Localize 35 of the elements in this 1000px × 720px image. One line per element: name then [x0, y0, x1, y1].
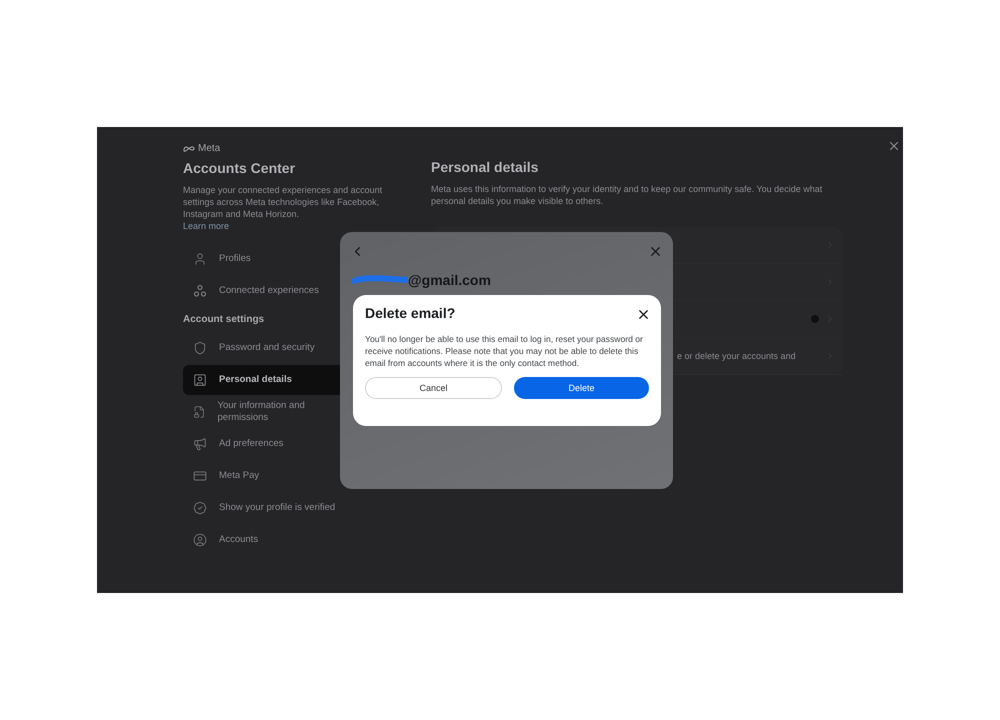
sidebar-item[interactable]: Connected experiences [183, 276, 353, 306]
email-address: @gmail.com [408, 272, 491, 288]
close-icon [636, 307, 651, 322]
user-circle-icon [193, 533, 207, 547]
delete-button[interactable]: Delete [514, 377, 649, 399]
redaction-scribble-drawing [352, 275, 408, 285]
sidebar-item[interactable]: Ad preferences [183, 429, 353, 459]
sidebar-item[interactable]: Show your profile is verified [183, 493, 353, 523]
close-icon [887, 139, 901, 153]
dialog-message: You'll no longer be able to use this email to log in, reset your password or receive notifications. Please note that you may not be able to delete this email from accounts where it is the only contact method. [365, 333, 644, 369]
section-description: Meta uses this information to verify your identity and to keep our community safe. You decide what personal details you make visible to others. [431, 183, 824, 207]
close-icon [648, 244, 663, 259]
megaphone-icon [193, 437, 207, 451]
connected-nodes-icon [193, 284, 207, 298]
learn-more-link[interactable]: Learn more [183, 220, 230, 232]
credit-card-icon [193, 469, 207, 483]
section-heading: Account settings [183, 314, 266, 325]
document-lock-icon [193, 405, 206, 419]
id-card-icon [193, 373, 207, 387]
cancel-button[interactable]: Cancel [365, 377, 502, 399]
dialog-title: Delete email? [365, 305, 456, 321]
sidebar-item[interactable]: Meta Pay [183, 461, 353, 491]
meta-logo-icon [183, 145, 195, 152]
sidebar-item[interactable]: Password and security [183, 333, 353, 363]
section-title: Personal details [431, 159, 540, 175]
page-title: Accounts Center [183, 160, 296, 176]
brand-name: Meta [198, 143, 220, 154]
sidebar-description: Manage your connected experiences and account settings across Meta technologies like Facebook, Instagram and Meta Horizon. [183, 184, 384, 220]
close-button[interactable] [636, 307, 651, 322]
shield-icon [193, 341, 207, 355]
sidebar-item[interactable]: Profiles [183, 244, 353, 274]
person-icon [193, 252, 207, 266]
badge-check-icon [193, 501, 207, 515]
sidebar-item[interactable]: Accounts [183, 525, 353, 555]
sidebar-item[interactable]: Your information and permissions [183, 397, 353, 427]
